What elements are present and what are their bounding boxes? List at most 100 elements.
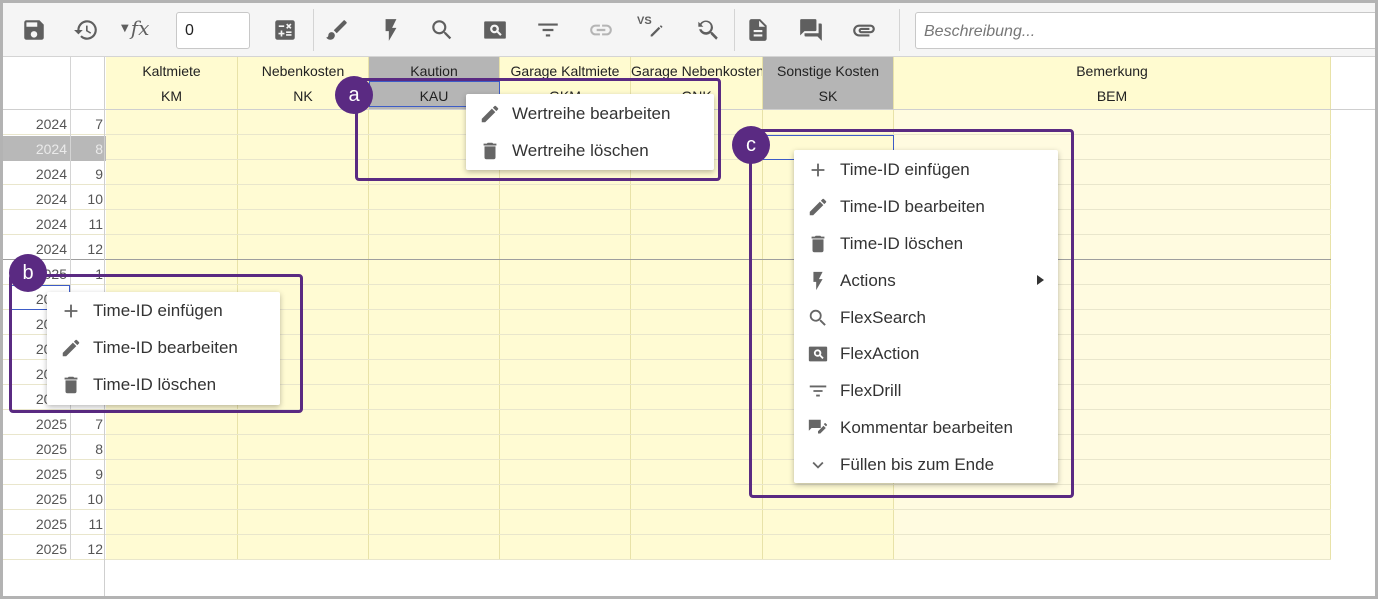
brush-icon[interactable] — [319, 12, 355, 48]
menu-item-flexdrill[interactable]: FlexDrill — [794, 372, 1058, 409]
refresh-search-icon[interactable] — [689, 12, 725, 48]
app-window: ▼ fx 0 VS Beschreibung... Kaltmiete KM N… — [0, 0, 1378, 599]
grid-line — [3, 459, 1331, 460]
row-month: 8 — [95, 141, 103, 157]
row-header[interactable]: 2025 9 — [3, 461, 106, 486]
menu-item-label: Kommentar bearbeiten — [840, 417, 1013, 437]
menu-item-edit-comment[interactable]: Kommentar bearbeiten — [794, 409, 1058, 446]
menu-item-edit-time-id[interactable]: Time-ID bearbeiten — [794, 188, 1058, 225]
row-month: 8 — [95, 441, 103, 457]
trash-icon — [478, 139, 502, 163]
menu-item-label: FlexSearch — [840, 307, 926, 327]
row-month: 9 — [95, 166, 103, 182]
menu-item-label: Time-ID löschen — [840, 233, 964, 253]
trash-icon — [59, 373, 83, 397]
menu-item-flexsearch[interactable]: FlexSearch — [794, 299, 1058, 336]
menu-item-label: Wertreihe löschen — [512, 140, 649, 160]
row-year: 2025 — [35, 491, 67, 507]
menu-item-insert-time-id[interactable]: Time-ID einfügen — [794, 151, 1058, 188]
row-year: 2024 — [35, 166, 67, 182]
plus-icon — [59, 299, 83, 323]
context-menu-c: Time-ID einfügen Time-ID bearbeiten Time… — [794, 150, 1058, 483]
plus-icon — [806, 158, 830, 182]
row-year: 2024 — [35, 216, 67, 232]
row-month: 10 — [87, 191, 103, 207]
filter-icon[interactable] — [530, 12, 566, 48]
row-header[interactable]: 2024 10 — [3, 186, 106, 211]
menu-item-actions[interactable]: Actions — [794, 262, 1058, 299]
row-year: 2024 — [35, 191, 67, 207]
column-header-sk[interactable]: Sonstige Kosten SK — [763, 57, 894, 109]
value-input[interactable]: 0 — [176, 12, 250, 49]
grid-line — [3, 184, 1331, 185]
pencil-icon — [59, 336, 83, 360]
row-header[interactable]: 2025 12 — [3, 536, 106, 561]
menu-item-delete-time-id[interactable]: Time-ID löschen — [47, 366, 280, 403]
menu-item-label: FlexAction — [840, 343, 920, 363]
row-month: 10 — [87, 491, 103, 507]
pencil-icon — [806, 195, 830, 219]
toolbar: ▼ fx 0 VS Beschreibung... — [3, 3, 1375, 57]
search-icon[interactable] — [424, 12, 460, 48]
grid-line — [3, 259, 1331, 260]
chevron-down-icon — [806, 453, 830, 477]
row-header[interactable]: 2024 7 — [3, 111, 106, 136]
menu-item-edit-series[interactable]: Wertreihe bearbeiten — [466, 95, 714, 132]
flexaction-icon — [806, 342, 830, 366]
row-year: 2025 — [35, 441, 67, 457]
comments-icon[interactable] — [793, 12, 829, 48]
row-year: 2025 — [35, 466, 67, 482]
grid-line — [3, 509, 1331, 510]
row-month: 7 — [95, 416, 103, 432]
row-month: 7 — [95, 116, 103, 132]
row-header[interactable]: 2025 8 — [3, 436, 106, 461]
calculator-icon[interactable] — [267, 12, 303, 48]
version-edit-icon[interactable] — [637, 12, 673, 48]
filter-icon — [806, 379, 830, 403]
grid-line — [3, 484, 1331, 485]
bolt-icon[interactable] — [373, 12, 409, 48]
grid-line — [3, 434, 1331, 435]
description-input[interactable]: Beschreibung... — [915, 12, 1375, 49]
formula-icon[interactable]: ▼ fx — [121, 16, 149, 40]
comment-edit-icon — [806, 416, 830, 440]
flexaction-icon[interactable] — [477, 12, 513, 48]
row-month: 12 — [87, 241, 103, 257]
document-icon[interactable] — [740, 12, 776, 48]
menu-item-flexaction[interactable]: FlexAction — [794, 335, 1058, 372]
bolt-icon — [806, 269, 830, 293]
row-header[interactable]: 2025 11 — [3, 511, 106, 536]
attachment-icon[interactable] — [846, 12, 882, 48]
restore-icon[interactable] — [68, 12, 104, 48]
menu-item-delete-series[interactable]: Wertreihe löschen — [466, 132, 714, 169]
row-header[interactable]: 2025 7 — [3, 411, 106, 436]
grid-line — [3, 559, 1331, 560]
row-year: 2024 — [35, 116, 67, 132]
menu-item-label: Time-ID einfügen — [93, 300, 223, 320]
column-header-km[interactable]: Kaltmiete KM — [106, 57, 238, 109]
menu-item-label: Actions — [840, 270, 896, 290]
row-year: 2025 — [35, 541, 67, 557]
menu-item-fill-to-end[interactable]: Füllen bis zum Ende — [794, 446, 1058, 483]
menu-item-label: Time-ID bearbeiten — [93, 337, 238, 357]
menu-item-label: Time-ID einfügen — [840, 159, 970, 179]
row-header[interactable]: 2024 8 — [3, 136, 106, 161]
context-menu-a: Wertreihe bearbeiten Wertreihe löschen — [466, 94, 714, 170]
link-icon[interactable] — [583, 12, 619, 48]
callout-badge-a: a — [335, 76, 373, 114]
row-header[interactable]: 2024 9 — [3, 161, 106, 186]
menu-item-delete-time-id[interactable]: Time-ID löschen — [794, 225, 1058, 262]
row-month: 11 — [88, 516, 103, 532]
menu-item-label: Füllen bis zum Ende — [840, 454, 995, 474]
callout-badge-c: c — [732, 126, 770, 164]
save-icon[interactable] — [16, 12, 52, 48]
grid-line — [3, 234, 1331, 235]
row-header[interactable]: 2025 10 — [3, 486, 106, 511]
row-year: 2025 — [35, 416, 67, 432]
callout-badge-b: b — [9, 254, 47, 292]
menu-item-insert-time-id[interactable]: Time-ID einfügen — [47, 292, 280, 329]
row-header[interactable]: 2024 11 — [3, 211, 106, 236]
menu-item-edit-time-id[interactable]: Time-ID bearbeiten — [47, 329, 280, 366]
menu-item-label: Time-ID bearbeiten — [840, 196, 985, 216]
column-header-bem[interactable]: Bemerkung BEM — [894, 57, 1331, 109]
